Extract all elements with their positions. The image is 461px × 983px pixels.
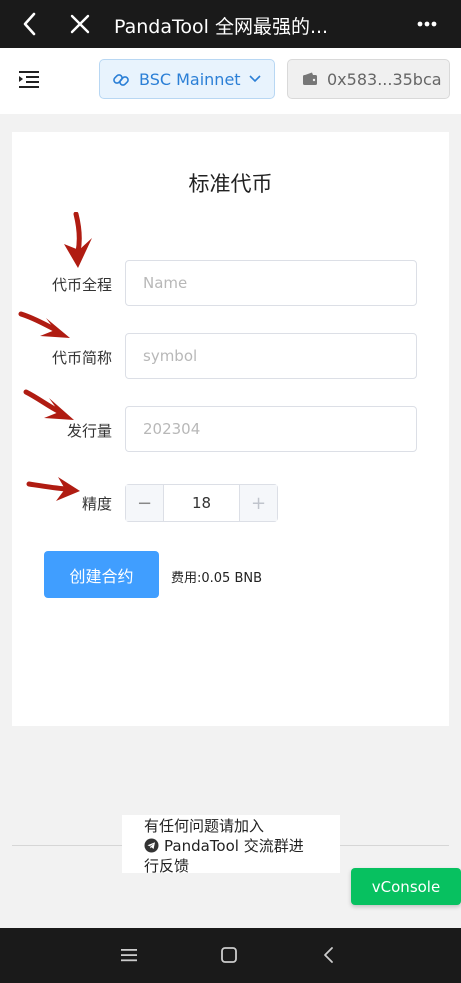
decimals-value[interactable]: 18	[164, 485, 239, 521]
annotation-arrow-icon	[23, 389, 74, 420]
home-icon[interactable]	[219, 945, 239, 965]
menu-indent-icon[interactable]	[18, 68, 40, 90]
back-arrow-icon[interactable]	[18, 10, 42, 38]
decimals-stepper: − 18 +	[125, 484, 278, 522]
nav-back-icon[interactable]	[319, 945, 339, 965]
fee-text: 费用:0.05 BNB	[171, 571, 263, 586]
token-symbol-input[interactable]	[125, 333, 417, 379]
link-icon	[113, 74, 129, 86]
token-symbol-label: 代币简称	[51, 349, 112, 367]
feedback-notice: 有任何问题请加入 PandaTool 交流群进 行反馈	[122, 815, 340, 875]
annotation-arrow-icon	[18, 311, 70, 338]
token-name-label: 代币全程	[51, 276, 112, 294]
token-supply-input[interactable]	[125, 406, 417, 452]
telegram-link[interactable]: PandaTool	[164, 837, 239, 855]
wallet-address-label: 0x583...35bca	[327, 70, 442, 89]
dapp-header: BSC Mainnet 0x583...35bca	[0, 48, 461, 114]
annotation-arrow-icon	[64, 212, 92, 268]
telegram-icon	[144, 838, 159, 853]
network-select-button[interactable]: BSC Mainnet	[99, 59, 275, 99]
wallet-icon	[303, 72, 317, 85]
feedback-line-3: 行反馈	[144, 857, 190, 875]
annotation-arrow-icon	[26, 477, 80, 501]
more-icon[interactable]	[412, 12, 442, 36]
network-label: BSC Mainnet	[139, 70, 241, 89]
form-title: 标准代币	[188, 172, 273, 196]
chevron-down-icon	[249, 75, 261, 83]
feedback-line-2-rest: 交流群进	[238, 837, 304, 855]
top-app-bar: PandaTool 全网最强的...	[0, 0, 461, 48]
feedback-line-2: PandaTool 交流群进	[144, 836, 318, 856]
system-nav-bar	[0, 928, 461, 983]
vconsole-button[interactable]: vConsole	[351, 868, 461, 905]
decimals-decrease-button[interactable]: −	[126, 485, 164, 521]
wallet-address-button[interactable]: 0x583...35bca	[287, 59, 450, 99]
decimals-increase-button[interactable]: +	[239, 485, 277, 521]
close-icon[interactable]	[68, 12, 92, 36]
page-title: PandaTool 全网最强的...	[114, 16, 329, 38]
token-name-input[interactable]	[125, 260, 417, 306]
recent-apps-icon[interactable]	[119, 945, 139, 965]
feedback-line-1: 有任何问题请加入	[144, 817, 265, 835]
create-contract-button[interactable]: 创建合约	[44, 551, 159, 598]
